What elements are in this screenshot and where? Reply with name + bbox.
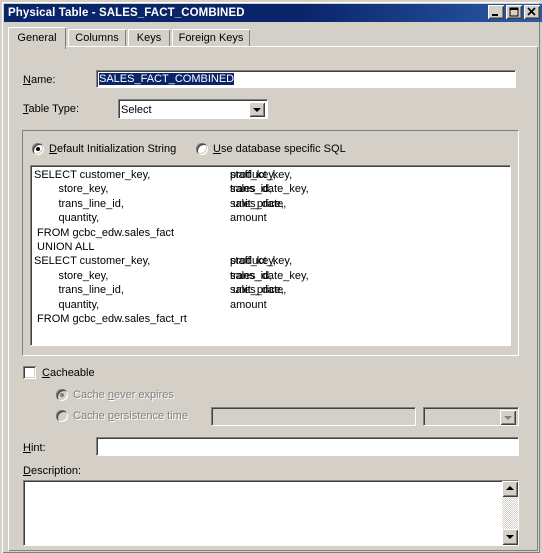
description-textarea[interactable] [23, 480, 519, 546]
cache-persistence-value-input [211, 407, 416, 426]
maximize-button[interactable] [506, 5, 522, 19]
tab-columns[interactable]: Columns [68, 29, 126, 47]
name-label: Name: [23, 74, 56, 86]
scroll-down-button[interactable] [502, 529, 518, 545]
general-tab-panel: Name: SALES_FACT_COMBINED Table Type: Se… [8, 46, 538, 551]
name-input-value: SALES_FACT_COMBINED [99, 73, 235, 85]
description-label: Description: [23, 465, 82, 477]
tab-strip: General Columns Keys Foreign Keys [8, 27, 538, 49]
db-specific-sql-label: Use database specific SQL [213, 143, 346, 155]
table-type-value: Select [121, 104, 152, 116]
cache-never-expires-radio: Cache never expires [56, 389, 174, 401]
cacheable-label: Cacheable [42, 366, 95, 379]
cache-unit-dropdown-arrow [500, 410, 516, 425]
tab-keys-label: Keys [136, 32, 162, 44]
tab-general-label: General [17, 32, 57, 44]
window-titlebar[interactable]: Physical Table - SALES_FACT_COMBINED [4, 4, 542, 22]
arrow-down-icon [506, 535, 514, 539]
cache-persistence-unit-combobox [423, 407, 519, 426]
minimize-icon [492, 14, 498, 16]
cache-persistence-time-label: Cache persistence time [73, 410, 188, 422]
hint-input[interactable] [96, 437, 519, 456]
radio-indicator [56, 410, 68, 422]
name-input[interactable]: SALES_FACT_COMBINED [96, 70, 516, 88]
tab-keys[interactable]: Keys [128, 29, 170, 47]
tab-general[interactable]: General [8, 27, 66, 49]
checkbox-indicator [23, 366, 36, 379]
default-init-string-label: Default Initialization String [49, 143, 177, 155]
tab-foreign-keys-label: Foreign Keys [178, 32, 244, 44]
db-specific-sql-radio[interactable]: Use database specific SQL [196, 143, 346, 155]
cache-persistence-time-radio: Cache persistence time [56, 410, 188, 422]
maximize-icon [509, 7, 519, 17]
arrow-up-icon [506, 486, 514, 490]
tab-foreign-keys[interactable]: Foreign Keys [172, 29, 250, 47]
sql-textarea-value: SELECT customer_key, product_key, staff_ke… [34, 169, 309, 325]
default-init-string-radio[interactable]: Default Initialization String [32, 143, 176, 155]
radio-indicator [32, 143, 44, 155]
chevron-down-icon [253, 108, 261, 112]
table-type-dropdown-arrow[interactable] [249, 102, 265, 117]
physical-table-dialog: Physical Table - SALES_FACT_COMBINED Gen… [0, 0, 542, 553]
minimize-button[interactable] [488, 5, 504, 19]
tab-columns-label: Columns [75, 32, 119, 44]
close-icon [527, 7, 536, 16]
name-input-text: SALES_FACT_COMBINED [99, 72, 513, 86]
radio-indicator [56, 389, 68, 401]
description-scrollbar[interactable] [502, 481, 518, 545]
table-type-label: Table Type: [23, 103, 80, 115]
radio-indicator [196, 143, 208, 155]
cache-never-expires-label: Cache never expires [73, 389, 174, 401]
sql-textarea[interactable]: SELECT customer_key, product_key, staff_ke… [30, 165, 511, 346]
window-controls [488, 5, 540, 19]
window-title: Physical Table - SALES_FACT_COMBINED [8, 7, 245, 19]
cacheable-checkbox[interactable]: Cacheable [23, 366, 95, 379]
table-type-combobox[interactable]: Select [118, 99, 268, 119]
close-button[interactable] [524, 5, 540, 19]
chevron-down-icon [504, 416, 512, 420]
hint-label: Hint: [23, 442, 46, 454]
scroll-up-button[interactable] [502, 481, 518, 497]
